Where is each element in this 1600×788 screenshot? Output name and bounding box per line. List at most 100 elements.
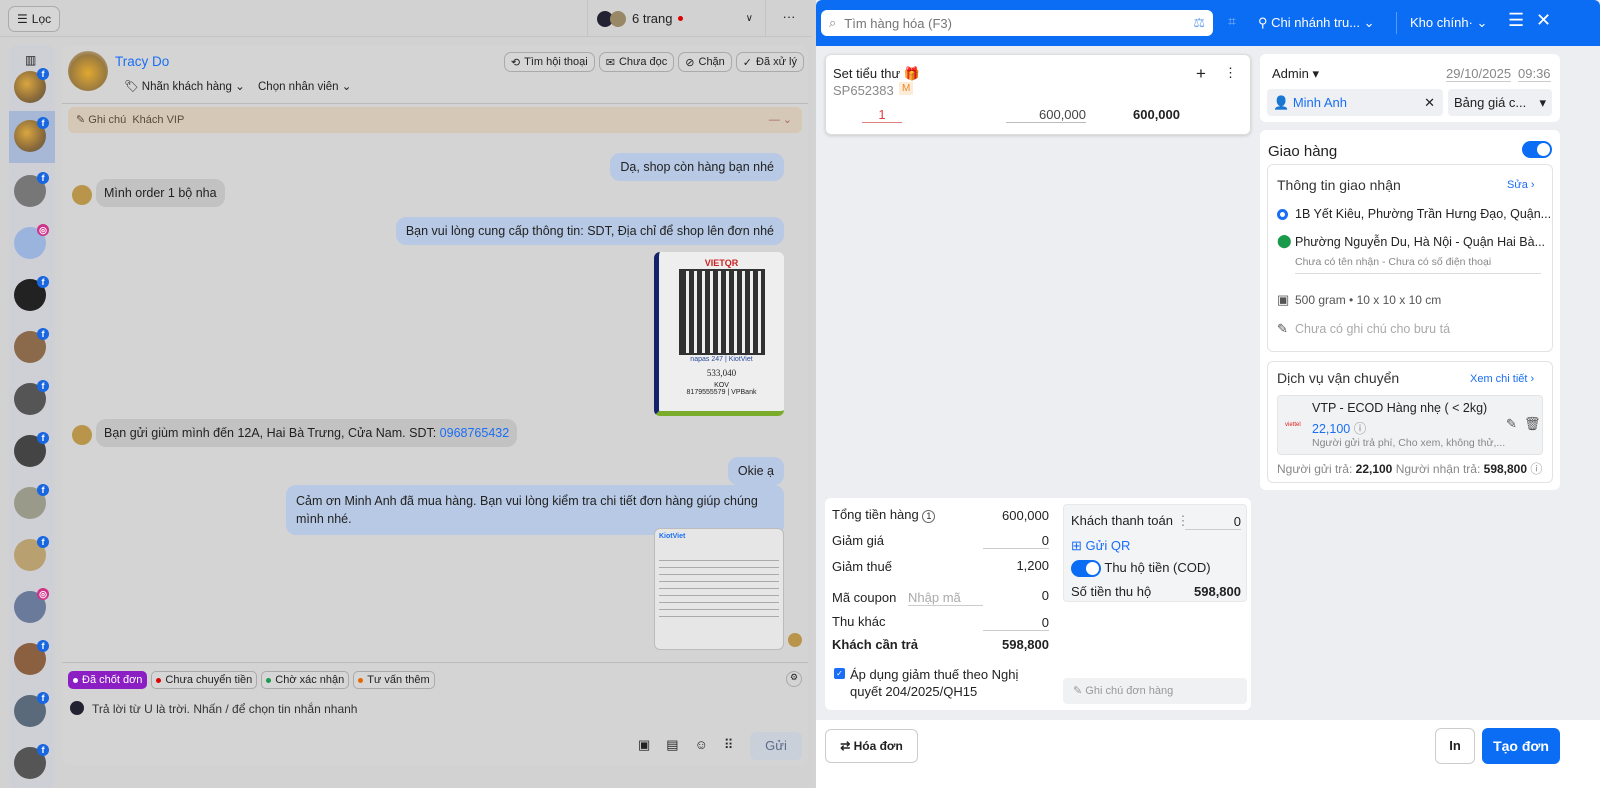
mark-unread-button[interactable]: ✉ Chưa đọc <box>598 52 675 72</box>
chevron-down-icon: ∨ <box>745 13 753 24</box>
invoice-button[interactable]: ⇄ Hóa đơn <box>825 729 918 763</box>
edit-link[interactable]: Sửa › <box>1507 179 1535 191</box>
coupon-input[interactable]: Nhập mã <box>908 590 983 606</box>
order-summary: Tổng tiền hàng 1 600,000 Giảm giá 0 Giảm… <box>825 498 1251 710</box>
more-vertical-icon[interactable]: ⋮ <box>1224 65 1237 81</box>
quick-reply-icon[interactable]: ▤ <box>666 737 678 753</box>
tag-closed-order[interactable]: Đã chốt đơn <box>68 671 148 689</box>
edit-note-icon: ✎ <box>1277 321 1288 336</box>
emoji-icon[interactable]: ☺ <box>695 737 708 753</box>
quick-tags: Đã chốt đơn Chưa chuyển tiền Chờ xác nhậ… <box>68 671 435 689</box>
customer-tag-dropdown[interactable]: 🏷 Nhãn khách hàng ⌄ <box>124 79 245 93</box>
delete-icon[interactable]: 🗑 <box>1524 416 1541 432</box>
conversation-avatar[interactable]: f <box>14 276 49 311</box>
reply-input[interactable]: Trả lời từ U là trời. Nhấn / để chọn tin… <box>92 702 357 716</box>
block-button[interactable]: ⊘ Chặn <box>678 52 732 72</box>
clear-icon[interactable]: ✕ <box>1424 89 1435 116</box>
unit-badge[interactable]: M <box>899 82 914 95</box>
delivery-toggle[interactable] <box>1522 141 1552 159</box>
more-button[interactable]: ··· <box>765 0 812 37</box>
settings-icon[interactable]: ⚙ <box>786 671 802 687</box>
menu-icon[interactable]: ☰ <box>1508 10 1524 31</box>
barcode-scan-icon[interactable]: ⌗ <box>1228 13 1236 30</box>
conversation-avatar[interactable]: f <box>14 172 49 207</box>
tag-consult[interactable]: Tư vấn thêm <box>353 671 435 689</box>
print-button[interactable]: In <box>1435 728 1475 764</box>
details-link[interactable]: Xem chi tiết › <box>1470 373 1534 385</box>
conversation-avatar[interactable]: f <box>14 117 49 152</box>
invoice-image[interactable]: KiotViet <box>654 528 784 650</box>
order-header: ⌕ ⚖ ⌗ ⚲ Chi nhánh tru... ⌄ Kho chính· ⌄ … <box>816 0 1600 46</box>
shipping-service: Dịch vụ vận chuyển Xem chi tiết › viette… <box>1267 361 1553 483</box>
apply-tax-checkbox[interactable]: ✓ <box>834 668 845 679</box>
price-input[interactable]: 600,000 <box>1006 107 1086 123</box>
conversation-avatar[interactable]: f <box>14 380 49 415</box>
send-qr-button[interactable]: ⊞ Gửi QR <box>1071 538 1130 554</box>
send-button[interactable]: Gửi <box>750 732 802 760</box>
quantity-input[interactable]: 1 <box>862 107 902 123</box>
conversation-avatar[interactable]: f <box>14 536 49 571</box>
cod-toggle[interactable]: Thu hộ tiền (COD) <box>1071 560 1211 578</box>
price-list-dropdown[interactable]: Bảng giá c... ▾ <box>1448 89 1552 116</box>
customer-name[interactable]: Tracy Do <box>115 54 169 69</box>
qr-image[interactable]: VIETQR napas 247 | KiotViet 533,040 KOV … <box>654 252 784 416</box>
discount-input[interactable]: 0 <box>983 533 1049 549</box>
conversation-actions: ⟲ Tìm hội thoại ✉ Chưa đọc ⊘ Chặn ✓ Đã x… <box>503 52 804 72</box>
search-conversation-button[interactable]: ⟲ Tìm hội thoại <box>503 52 595 72</box>
product-name[interactable]: Set tiểu thư 🎁 <box>833 66 920 82</box>
add-icon[interactable]: + <box>1196 64 1206 84</box>
assign-staff-dropdown[interactable]: Chọn nhân viên ⌄ <box>258 79 351 93</box>
message-bubble: Okie ạ <box>727 457 784 485</box>
destination-address: Phường Nguyễn Du, Hà Nội - Quận Hai Bà..… <box>1295 235 1546 249</box>
search-input[interactable] <box>844 15 1186 31</box>
service-option[interactable]: viettel VTP - ECOD Hàng nhẹ ( < 2kg) 22,… <box>1277 395 1543 455</box>
courier-note[interactable]: Chưa có ghi chú cho bưu tá <box>1295 322 1450 336</box>
conversation: Tracy Do 🏷 Nhãn khách hàng ⌄ Chọn nhân v… <box>62 45 808 765</box>
order-meta: Admin ▾ 29/10/2025 09:36 👤 Minh Anh ✕ Bản… <box>1260 54 1560 122</box>
conversation-avatar[interactable]: f <box>14 744 49 779</box>
payment-box: Khách thanh toán ⋮ 0 ⊞ Gửi QR Thu hộ tiề… <box>1063 504 1247 602</box>
create-order-button[interactable]: Tạo đơn <box>1482 728 1560 764</box>
conversation-avatar[interactable]: f <box>14 432 49 467</box>
close-icon[interactable]: ✕ <box>1536 10 1551 31</box>
phone-link[interactable]: 0968765432 <box>440 426 510 440</box>
filter-button[interactable]: ☰ Lọc <box>8 6 61 32</box>
customer-field[interactable]: 👤 Minh Anh ✕ <box>1267 89 1443 116</box>
note-bar[interactable]: ✎ Ghi chú Khách VIP — ⌄ <box>68 107 802 133</box>
conversation-avatar[interactable]: f <box>14 68 49 103</box>
pages-selector[interactable]: 6 trang ∨ <box>587 0 765 37</box>
message-bubble: Mình order 1 bộ nha <box>96 179 225 207</box>
scale-icon[interactable]: ⚖ <box>1193 15 1205 31</box>
conversation-avatar[interactable]: ◎ <box>14 588 49 623</box>
image-icon[interactable]: ▣ <box>638 737 650 753</box>
receiver-info[interactable]: Chưa có tên nhận - Chưa có số điện thoại <box>1295 256 1541 274</box>
origin-address: 1B Yết Kiêu, Phường Trần Hưng Đạo, Quận.… <box>1295 207 1552 221</box>
conversation-avatar[interactable]: ◎ <box>14 224 49 259</box>
paid-input[interactable]: 0 <box>1185 514 1241 530</box>
warehouse-selector[interactable]: Kho chính· ⌄ <box>1410 15 1487 31</box>
composer-tools: ▣ ▤ ☺ ⠿ <box>638 737 733 753</box>
other-fee-input[interactable]: 0 <box>983 615 1049 631</box>
conversation-avatar[interactable]: f <box>14 484 49 519</box>
edit-icon[interactable]: ✎ <box>1506 416 1517 432</box>
order-time[interactable]: 09:36 <box>1518 66 1551 82</box>
branch-selector[interactable]: ⚲ Chi nhánh tru... ⌄ <box>1258 15 1375 31</box>
chat-topbar: ☰ Lọc 6 trang ∨ ··· <box>0 0 812 37</box>
qr-code <box>678 269 765 355</box>
apps-icon[interactable]: ⠿ <box>724 737 734 753</box>
page-avatar <box>610 10 626 27</box>
gift-icon: 🎁 <box>903 66 921 81</box>
tag-unpaid[interactable]: Chưa chuyển tiền <box>151 671 258 689</box>
conversation-avatar[interactable]: f <box>14 640 49 675</box>
order-date[interactable]: 29/10/2025 <box>1446 66 1512 82</box>
order-note-input[interactable]: ✎ Ghi chú đơn hàng <box>1063 678 1247 704</box>
mark-done-button[interactable]: ✓ Đã xử lý <box>735 52 804 72</box>
agent-avatar <box>70 701 84 715</box>
panel-toggle-icon[interactable]: ▥ <box>25 53 36 67</box>
conversation-avatar[interactable]: f <box>14 692 49 727</box>
product-search[interactable]: ⌕ ⚖ <box>821 10 1213 36</box>
tag-pending[interactable]: Chờ xác nhận <box>261 671 350 689</box>
conversation-avatar[interactable]: f <box>14 328 49 363</box>
seller-dropdown[interactable]: Admin ▾ <box>1272 66 1319 82</box>
package-info[interactable]: 500 gram • 10 x 10 x 10 cm <box>1295 293 1441 307</box>
